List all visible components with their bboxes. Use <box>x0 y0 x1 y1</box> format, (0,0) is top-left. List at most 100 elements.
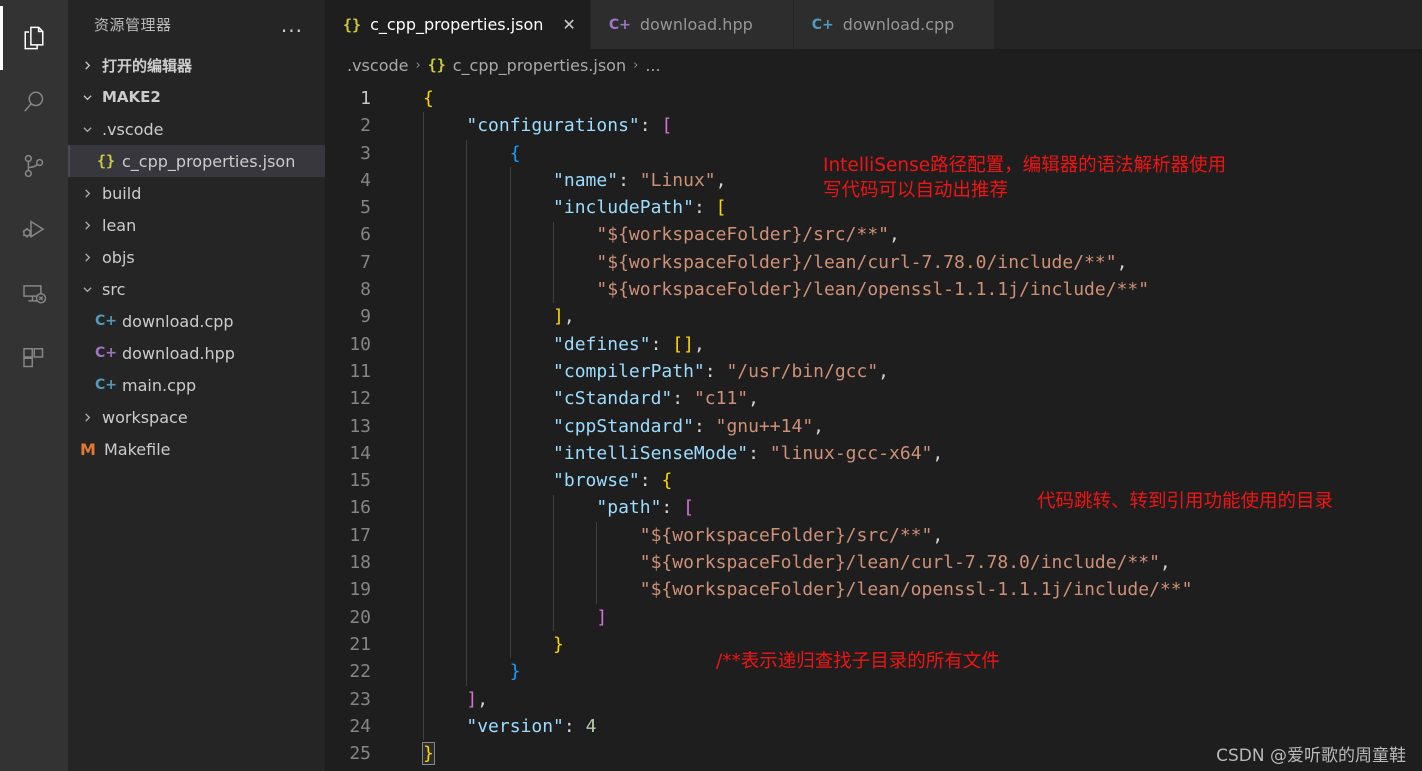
code-line-content: { <box>397 85 434 112</box>
code-token: { <box>423 88 434 109</box>
code-line[interactable]: 2 "configurations": [ <box>325 112 1422 139</box>
code-editor[interactable]: 1{2 "configurations": [3 {4 "name": "Lin… <box>325 81 1422 771</box>
breadcrumb-item-folder[interactable]: .vscode <box>347 56 408 75</box>
code-line-content: ], <box>397 686 488 713</box>
sidebar-section-folder[interactable]: MAKE2 <box>68 81 325 113</box>
line-number: 5 <box>360 197 371 219</box>
line-number: 6 <box>360 224 371 246</box>
code-line[interactable]: 7 "${workspaceFolder}/lean/curl-7.78.0/i… <box>325 249 1422 276</box>
activity-bar-item-extensions[interactable] <box>0 326 68 390</box>
code-token: "version" <box>466 715 564 737</box>
tree-folder-objs[interactable]: objs <box>68 241 325 273</box>
breadcrumb-item-symbols[interactable]: ... <box>645 56 660 75</box>
close-icon[interactable]: ✕ <box>562 16 575 33</box>
code-token: : <box>672 388 694 410</box>
tree-folder--vscode[interactable]: .vscode <box>68 113 325 145</box>
cpp-file-icon: C+ <box>811 16 834 33</box>
breadcrumb-item-file[interactable]: c_cpp_properties.json <box>453 56 626 75</box>
code-token: "linux-gcc-x64" <box>769 442 933 464</box>
sidebar-more-actions-button[interactable]: ... <box>281 15 303 35</box>
code-line[interactable]: 13 "cppStandard": "gnu++14", <box>325 413 1422 440</box>
sidebar-header: 资源管理器 ... <box>68 0 325 49</box>
code-line[interactable]: 12 "cStandard": "c11", <box>325 385 1422 412</box>
code-token: : <box>639 470 662 492</box>
code-line[interactable]: 20 ] <box>325 604 1422 631</box>
cpp-file-icon: C+ <box>95 377 118 393</box>
editor-tab-bar: {} c_cpp_properties.json ✕ C+ download.hpp C+… <box>325 0 1422 49</box>
code-line[interactable]: 17 "${workspaceFolder}/src/**", <box>325 522 1422 549</box>
tree-item-label: lean <box>102 215 137 235</box>
tree-item-label: objs <box>102 247 135 267</box>
activity-bar-item-source-control[interactable] <box>0 134 68 198</box>
code-token: , <box>477 688 489 710</box>
code-line[interactable]: 11 "compilerPath": "/usr/bin/gcc", <box>325 358 1422 385</box>
source-control-icon <box>19 151 49 181</box>
code-line-content: "configurations": [ <box>397 112 672 139</box>
code-token: "c11" <box>693 388 749 410</box>
code-token: "${workspaceFolder}/src/**" <box>639 524 933 546</box>
tree-folder-lean[interactable]: lean <box>68 209 325 241</box>
code-token: { <box>509 142 521 164</box>
code-line[interactable]: 8 "${workspaceFolder}/lean/openssl-1.1.1… <box>325 276 1422 303</box>
tree-folder-workspace[interactable]: workspace <box>68 401 325 433</box>
code-token: , <box>693 333 705 355</box>
code-line[interactable]: 18 "${workspaceFolder}/lean/curl-7.78.0/… <box>325 549 1422 576</box>
line-number: 7 <box>360 251 371 273</box>
watermark: CSDN @爱听歌的周童鞋 <box>1216 746 1406 766</box>
code-token: "${workspaceFolder}/lean/openssl-1.1.1j/… <box>596 279 1150 301</box>
code-token: "configurations" <box>466 115 640 137</box>
tree-file-download-hpp[interactable]: C+ download.hpp <box>68 337 325 369</box>
activity-bar-item-remote-explorer[interactable] <box>0 262 68 326</box>
code-line[interactable]: 6 "${workspaceFolder}/src/**", <box>325 221 1422 248</box>
editor-tab-c-cpp-properties-json[interactable]: {} c_cpp_properties.json ✕ <box>325 0 590 49</box>
annotation-glob: /**表示递归查找子目录的所有文件 <box>716 649 1000 674</box>
sidebar-section-open-editors[interactable]: 打开的编辑器 <box>68 49 325 81</box>
editor-tab-download-cpp[interactable]: C+ download.cpp <box>792 0 995 49</box>
line-number: 22 <box>349 661 371 683</box>
code-line[interactable]: 23 ], <box>325 686 1422 713</box>
chevron-right-icon <box>78 412 96 423</box>
activity-bar-item-run-and-debug[interactable] <box>0 198 68 262</box>
code-token: "defines" <box>553 333 651 355</box>
code-token: , <box>889 224 900 246</box>
code-token: : <box>693 197 716 219</box>
code-line[interactable]: 10 "defines": [], <box>325 331 1422 358</box>
code-token: "Linux" <box>639 169 716 191</box>
code-token: : <box>618 169 640 191</box>
code-line-content: "compilerPath": "/usr/bin/gcc", <box>397 358 889 385</box>
code-token: : <box>693 415 716 437</box>
chevron-down-icon <box>78 124 96 135</box>
line-number: 25 <box>349 743 371 765</box>
line-number: 4 <box>360 169 371 191</box>
code-line-content: "${workspaceFolder}/src/**", <box>397 522 943 549</box>
activity-bar-item-explorer[interactable] <box>0 6 68 70</box>
activity-bar-item-search[interactable] <box>0 70 68 134</box>
code-line-content: "includePath": [ <box>397 194 726 221</box>
remote-explorer-icon <box>19 279 49 309</box>
indent-guide <box>423 112 424 741</box>
tree-file-c-cpp-properties-json[interactable]: {} c_cpp_properties.json <box>68 145 325 177</box>
chevron-right-icon <box>78 188 96 199</box>
code-line[interactable]: 14 "intelliSenseMode": "linux-gcc-x64", <box>325 440 1422 467</box>
vscode-window: 资源管理器 ... 打开的编辑器 MAKE2 .vscode {} c_cpp_pr… <box>0 0 1422 771</box>
code-line-content: ] <box>397 604 607 631</box>
code-line-content: "name": "Linux", <box>397 167 726 194</box>
code-line[interactable]: 19 "${workspaceFolder}/lean/openssl-1.1.… <box>325 576 1422 603</box>
code-line[interactable]: 24 "version": 4 <box>325 713 1422 740</box>
editor-tab-download-hpp[interactable]: C+ download.hpp <box>589 0 793 49</box>
tree-item-label: main.cpp <box>122 375 197 395</box>
tree-file-main-cpp[interactable]: C+ main.cpp <box>68 369 325 401</box>
chevron-right-icon: › <box>633 57 639 73</box>
code-line[interactable]: 1{ <box>325 85 1422 112</box>
code-line[interactable]: 9 ], <box>325 303 1422 330</box>
sidebar-title: 资源管理器 <box>94 16 172 34</box>
code-token: [ <box>715 197 727 219</box>
tree-folder-build[interactable]: build <box>68 177 325 209</box>
code-token: "${workspaceFolder}/lean/curl-7.78.0/inc… <box>639 552 1160 574</box>
tree-file-makefile[interactable]: M Makefile <box>68 433 325 465</box>
tree-file-download-cpp[interactable]: C+ download.cpp <box>68 305 325 337</box>
json-icon: {} <box>96 152 116 170</box>
code-token: , <box>1116 251 1128 273</box>
code-line-content: "cppStandard": "gnu++14", <box>397 413 824 440</box>
tree-folder-src[interactable]: src <box>68 273 325 305</box>
